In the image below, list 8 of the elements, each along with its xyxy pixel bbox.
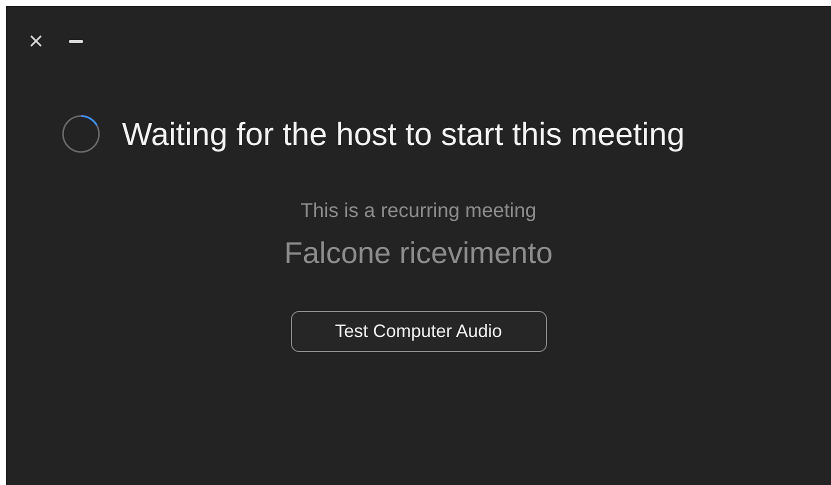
recurring-meeting-note: This is a recurring meeting (300, 200, 538, 223)
close-button[interactable] (29, 34, 43, 48)
test-audio-button[interactable]: Test Computer Audio (290, 311, 546, 352)
minimize-icon (69, 40, 83, 42)
close-icon (30, 35, 42, 47)
waiting-heading: Waiting for the host to start this meeting (122, 116, 685, 152)
meeting-name: Falcone ricevimento (283, 237, 554, 271)
loading-spinner-icon (61, 114, 101, 154)
